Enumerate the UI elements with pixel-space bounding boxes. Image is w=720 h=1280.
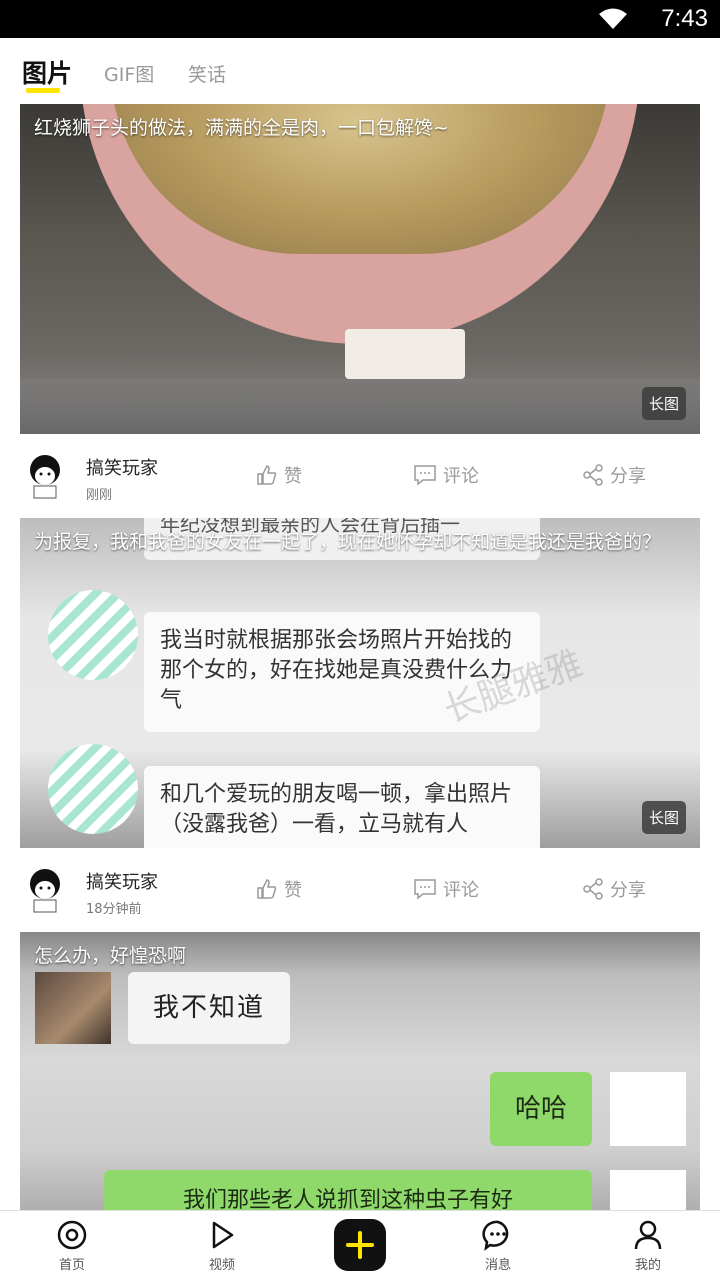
long-image-badge: 长图 xyxy=(641,387,686,420)
post-image[interactable]: 红烧狮子头的做法，满满的全是肉，一口包解馋~ 长图 xyxy=(20,104,700,434)
post-meta-row: 搞笑玩家 刚刚 赞 评论 分享 xyxy=(0,434,720,518)
long-image-badge: 长图 xyxy=(641,801,686,834)
chat-bubble: 和几个爱玩的朋友喝一顿，拿出照片（没露我爸）一看，立马就有人 xyxy=(144,766,540,848)
nav-profile[interactable]: 我的 xyxy=(608,1219,688,1273)
chat-bubble: 我不知道 xyxy=(128,972,290,1044)
post-time: 刚刚 xyxy=(86,488,113,503)
post-time: 18分钟前 xyxy=(86,902,142,917)
feed-list[interactable]: 红烧狮子头的做法，满满的全是肉，一口包解馋~ 长图 搞笑玩家 刚刚 赞 评论 分… xyxy=(0,104,720,1210)
create-post-button[interactable] xyxy=(334,1219,386,1271)
thumb-up-icon xyxy=(257,465,277,485)
comment-icon xyxy=(414,465,436,486)
play-icon xyxy=(212,1221,234,1249)
chat-avatar xyxy=(48,744,138,834)
message-icon xyxy=(482,1220,509,1251)
nav-messages[interactable]: 消息 xyxy=(458,1219,538,1273)
tab-gif[interactable]: GIF图 xyxy=(104,60,154,87)
thumb-up-icon xyxy=(257,879,277,899)
like-button[interactable]: 赞 xyxy=(256,462,302,488)
chat-avatar xyxy=(48,590,138,680)
post-title: 红烧狮子头的做法，满满的全是肉，一口包解馋~ xyxy=(34,117,449,139)
share-icon xyxy=(583,878,603,900)
status-bar: 7:43 xyxy=(0,0,720,38)
pot-handle xyxy=(345,329,465,379)
chat-avatar xyxy=(610,1072,686,1146)
chat-avatar xyxy=(610,1170,686,1210)
category-tabs: 图片 GIF图 笑话 xyxy=(0,38,720,104)
active-tab-indicator xyxy=(26,88,60,93)
post-image[interactable]: 我不知道 哈哈 我们那些老人说抓到这种虫子有好 怎么办，好惶恐啊 xyxy=(20,932,700,1210)
bottom-nav: 首页 视频 消息 我的 xyxy=(0,1210,720,1280)
share-icon xyxy=(583,464,603,486)
tab-pictures[interactable]: 图片 xyxy=(22,54,72,93)
post-meta-row: 搞笑玩家 18分钟前 赞 评论 分享 xyxy=(0,848,720,932)
avatar[interactable] xyxy=(24,864,66,916)
share-button[interactable]: 分享 xyxy=(582,462,646,488)
nav-home[interactable]: 首页 xyxy=(32,1219,112,1273)
clock-time: 7:43 xyxy=(661,5,708,32)
nav-video[interactable]: 视频 xyxy=(182,1219,262,1273)
like-button[interactable]: 赞 xyxy=(256,876,302,902)
avatar[interactable] xyxy=(24,450,66,502)
post-title: 怎么办，好惶恐啊 xyxy=(34,945,187,967)
post-title: 为报复，我和我爸的女友在一起了，现在她怀孕却不知道是我还是我爸的？ xyxy=(34,531,662,553)
chat-bubble: 我们那些老人说抓到这种虫子有好 xyxy=(104,1170,592,1210)
home-icon xyxy=(57,1220,87,1250)
post-image[interactable]: 年纪没想到最亲的人会在背后插一 我当时就根据那张会场照片开始找的那个女的，好在找… xyxy=(20,518,700,848)
comment-button[interactable]: 评论 xyxy=(413,876,479,902)
comment-icon xyxy=(414,879,436,900)
plus-icon xyxy=(346,1231,374,1259)
chat-bubble: 哈哈 xyxy=(490,1072,592,1146)
share-button[interactable]: 分享 xyxy=(582,876,646,902)
author-name[interactable]: 搞笑玩家 xyxy=(86,454,158,480)
profile-icon xyxy=(634,1220,662,1250)
wifi-icon xyxy=(599,8,627,29)
comment-button[interactable]: 评论 xyxy=(413,462,479,488)
chat-avatar xyxy=(35,972,111,1044)
tab-jokes[interactable]: 笑话 xyxy=(188,60,226,87)
author-name[interactable]: 搞笑玩家 xyxy=(86,868,158,894)
